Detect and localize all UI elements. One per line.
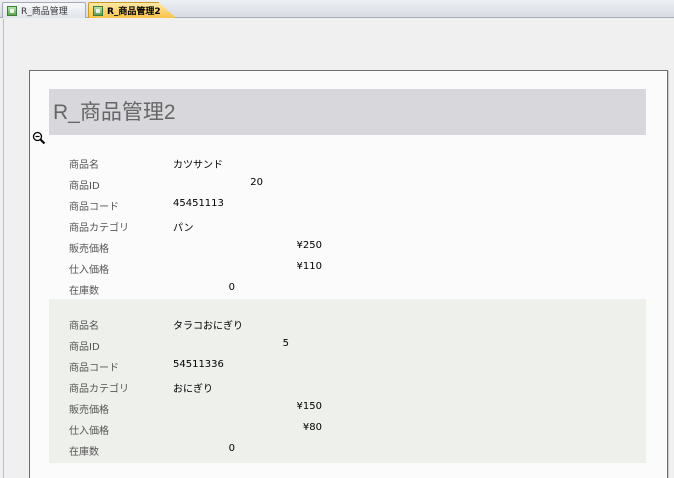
tab-label: R_商品管理 xyxy=(21,7,68,17)
label-sale-price: 販売価格 xyxy=(69,244,109,255)
value-sale-price: ¥250 xyxy=(296,240,322,251)
label-stock: 在庫数 xyxy=(69,447,99,458)
value-product-id: 5 xyxy=(282,338,289,349)
document-tab-strip: R_商品管理 R_商品管理2 xyxy=(0,0,674,18)
value-product-category: パン xyxy=(173,223,194,234)
value-product-code: 54511336 xyxy=(173,359,224,370)
label-purchase-price: 仕入価格 xyxy=(69,426,109,437)
value-stock: 0 xyxy=(228,443,235,454)
label-product-category: 商品カテゴリ xyxy=(69,223,129,234)
report-icon xyxy=(93,5,103,16)
value-purchase-price: ¥110 xyxy=(296,261,322,272)
report-preview-area[interactable]: R_商品管理2 商品名 カツサンド 商品ID 20 商品コード 45451113… xyxy=(3,19,674,478)
value-product-id: 20 xyxy=(250,177,263,188)
label-stock: 在庫数 xyxy=(69,286,99,297)
value-product-name: タラコおにぎり xyxy=(173,321,243,332)
report-record: 商品名 カツサンド 商品ID 20 商品コード 45451113 商品カテゴリ … xyxy=(49,139,646,303)
report-record: 商品名 タラコおにぎり 商品ID 5 商品コード 54511336 商品カテゴリ… xyxy=(49,299,646,463)
value-stock: 0 xyxy=(228,282,235,293)
value-product-code: 45451113 xyxy=(173,198,224,209)
label-product-category: 商品カテゴリ xyxy=(69,384,129,395)
report-icon xyxy=(7,5,17,16)
report-title: R_商品管理2 xyxy=(53,101,176,124)
label-product-id: 商品ID xyxy=(69,181,100,192)
value-sale-price: ¥150 xyxy=(296,401,322,412)
label-product-code: 商品コード xyxy=(69,363,119,374)
tab-label: R_商品管理2 xyxy=(107,7,161,17)
access-window: R_商品管理 R_商品管理2 R_商品管理2 商品名 カツサンド 商品ID 20 xyxy=(0,0,674,478)
report-header: R_商品管理2 xyxy=(49,89,646,135)
value-product-category: おにぎり xyxy=(173,384,213,395)
label-sale-price: 販売価格 xyxy=(69,405,109,416)
tab-r-shohin-kanri-2[interactable]: R_商品管理2 xyxy=(88,2,176,18)
label-product-code: 商品コード xyxy=(69,202,119,213)
label-product-id: 商品ID xyxy=(69,342,100,353)
report-page: R_商品管理2 商品名 カツサンド 商品ID 20 商品コード 45451113… xyxy=(29,70,668,478)
label-purchase-price: 仕入価格 xyxy=(69,265,109,276)
label-product-name: 商品名 xyxy=(69,321,99,332)
value-purchase-price: ¥80 xyxy=(302,422,322,433)
zoom-cursor-icon xyxy=(32,131,46,145)
value-product-name: カツサンド xyxy=(173,160,223,171)
tab-r-shohin-kanri[interactable]: R_商品管理 xyxy=(2,2,86,18)
label-product-name: 商品名 xyxy=(69,160,99,171)
